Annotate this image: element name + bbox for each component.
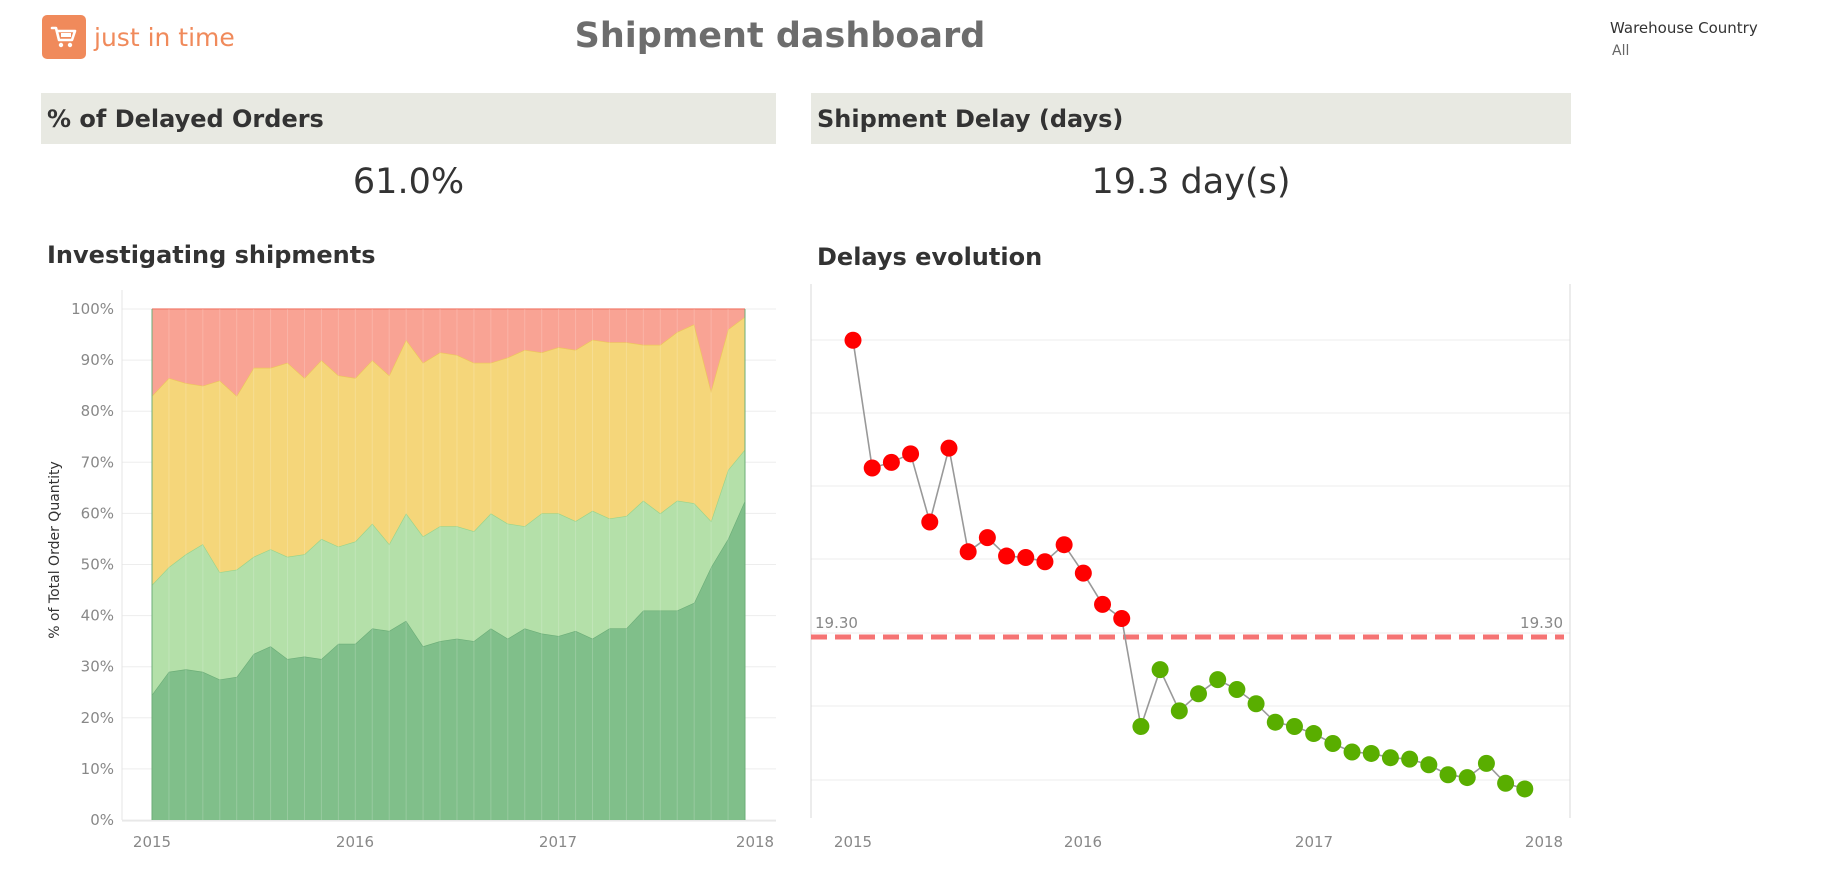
delay-point-green[interactable] [1209, 671, 1227, 689]
x-tick-label: 2017 [539, 833, 577, 851]
delay-point-green[interactable] [1324, 735, 1342, 752]
y-tick-label: 70% [81, 453, 114, 471]
filter-value[interactable]: All [1612, 43, 1758, 59]
kpi-delayed-orders-header: % of Delayed Orders [41, 93, 776, 144]
reference-label-left: 19.30 [815, 614, 858, 632]
delay-point-green[interactable] [1343, 743, 1361, 761]
y-tick-label: 80% [81, 402, 114, 420]
delay-point-red[interactable] [1055, 536, 1073, 554]
warehouse-country-filter[interactable]: Warehouse Country All [1610, 19, 1758, 59]
y-tick-label: 50% [81, 556, 114, 574]
delay-point-green[interactable] [1170, 702, 1188, 720]
kpi-shipment-delay-title: Shipment Delay (days) [817, 104, 1124, 133]
x-tick-label: 2018 [736, 833, 774, 851]
y-tick-label: 30% [81, 658, 114, 676]
shopping-cart-icon [42, 15, 86, 59]
delay-point-red[interactable] [1074, 564, 1092, 582]
delay-point-green[interactable] [1497, 774, 1515, 792]
y-axis-label: % of Total Order Quantity [47, 461, 63, 639]
delay-point-green[interactable] [1132, 717, 1150, 735]
y-tick-label: 100% [71, 300, 114, 318]
delay-point-green[interactable] [1401, 750, 1419, 768]
delay-point-green[interactable] [1362, 744, 1380, 762]
delay-point-red[interactable] [902, 445, 920, 463]
brand-name: just in time [94, 22, 235, 52]
delay-point-red[interactable] [1113, 610, 1131, 628]
y-tick-label: 90% [81, 351, 114, 369]
brand-logo[interactable]: just in time [42, 15, 235, 59]
y-tick-label: 40% [81, 607, 114, 625]
delay-point-green[interactable] [1285, 717, 1303, 735]
x-tick-label: 2017 [1295, 833, 1333, 851]
delay-point-red[interactable] [921, 513, 939, 531]
delay-point-green[interactable] [1305, 725, 1323, 743]
delay-point-red[interactable] [940, 439, 958, 457]
delay-point-green[interactable] [1381, 749, 1399, 767]
y-tick-label: 0% [90, 811, 114, 829]
delay-point-red[interactable] [959, 543, 977, 561]
delay-point-red[interactable] [1094, 595, 1112, 613]
delay-point-green[interactable] [1151, 661, 1169, 679]
y-tick-label: 60% [81, 504, 114, 522]
x-tick-label: 2015 [133, 833, 171, 851]
delay-point-red[interactable] [1017, 548, 1035, 566]
delay-line [852, 340, 1526, 790]
kpi-delayed-orders-title: % of Delayed Orders [47, 104, 324, 133]
delay-point-green[interactable] [1477, 754, 1495, 772]
page-title: Shipment dashboard [574, 16, 986, 56]
x-tick-label: 2016 [336, 833, 374, 851]
delay-point-red[interactable] [882, 453, 900, 471]
delay-point-green[interactable] [1516, 780, 1534, 798]
delay-point-green[interactable] [1266, 713, 1284, 731]
delay-point-red[interactable] [978, 529, 996, 547]
delay-point-red[interactable] [863, 459, 881, 477]
delay-point-green[interactable] [1247, 695, 1265, 713]
delay-point-green[interactable] [1439, 766, 1457, 784]
delay-point-green[interactable] [1228, 681, 1246, 699]
delays-evolution-title: Delays evolution [817, 243, 1043, 271]
delay-point-red[interactable] [1036, 553, 1054, 571]
kpi-delayed-orders-value: 61.0% [352, 162, 465, 202]
investigating-shipments-title: Investigating shipments [47, 241, 376, 269]
kpi-shipment-delay-value: 19.3 day(s) [1091, 162, 1291, 202]
delay-point-green[interactable] [1420, 756, 1438, 774]
filter-label: Warehouse Country [1610, 19, 1758, 37]
x-tick-label: 2016 [1064, 833, 1102, 851]
delay-point-red[interactable] [998, 547, 1016, 565]
y-tick-label: 20% [81, 709, 114, 727]
delay-point-green[interactable] [1458, 769, 1476, 787]
delay-point-red[interactable] [844, 331, 862, 349]
kpi-shipment-delay-header: Shipment Delay (days) [811, 93, 1571, 144]
delays-evolution-chart[interactable]: 19.30 19.30 2015 2016 2017 2018 [800, 280, 1600, 860]
x-tick-label: 2018 [1525, 833, 1563, 851]
reference-label-right: 19.30 [1520, 614, 1563, 632]
investigating-shipments-chart[interactable]: 0% 10% 20% 30% 40% 50% 60% 70% 80% 90% 100% 2015 20… [0, 280, 800, 860]
y-tick-label: 10% [81, 760, 114, 778]
x-tick-label: 2015 [834, 833, 872, 851]
delay-point-green[interactable] [1190, 685, 1207, 703]
